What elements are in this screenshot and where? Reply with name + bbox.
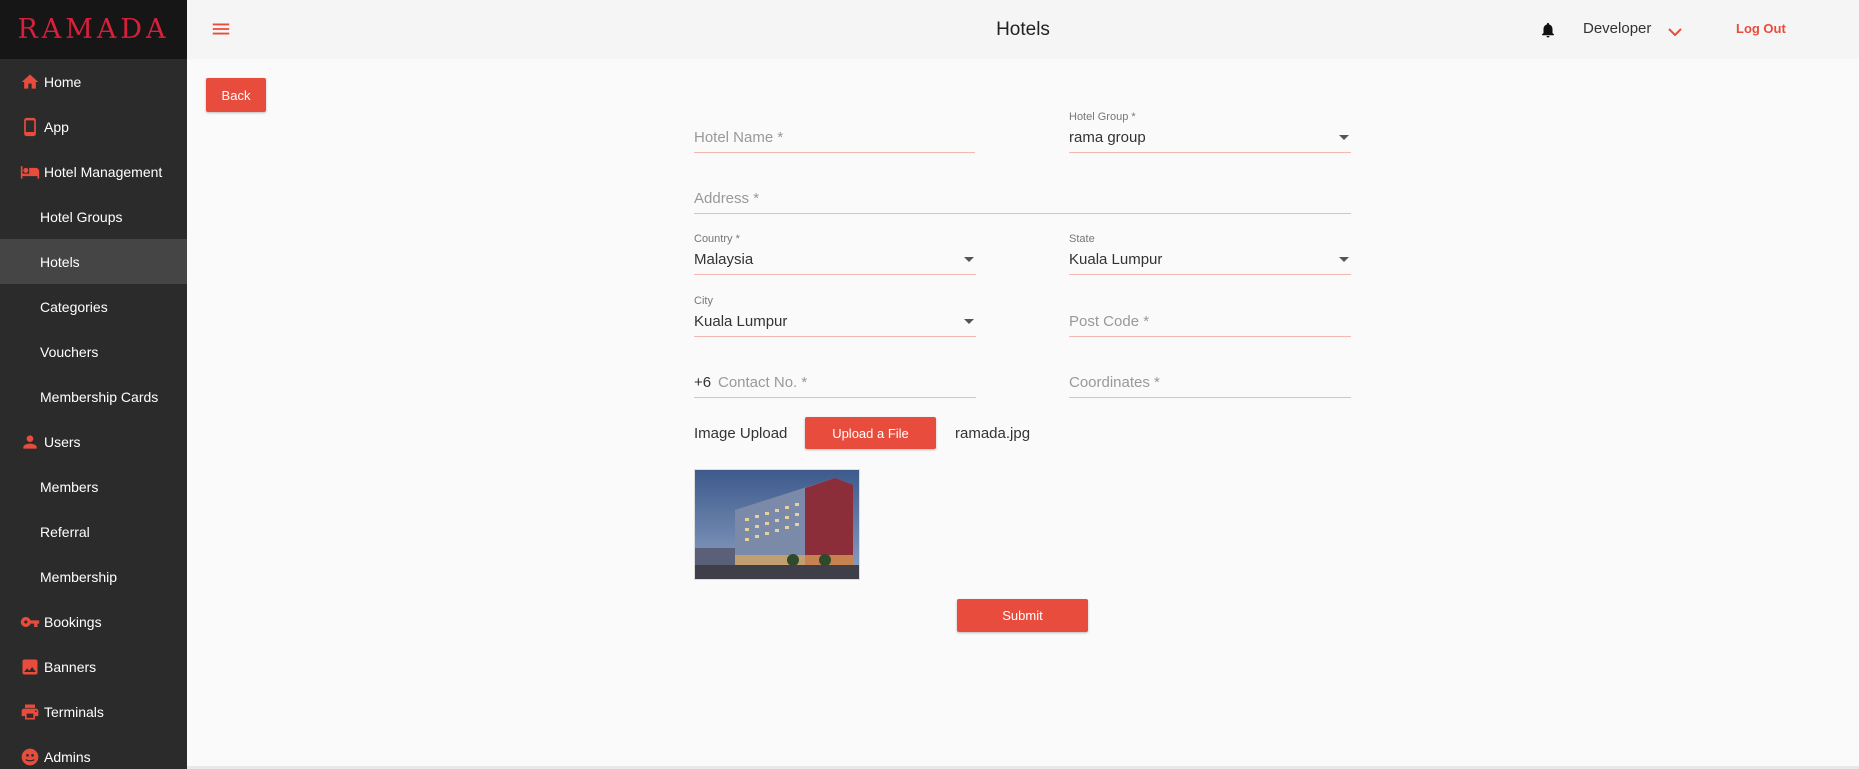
post-code-placeholder: Post Code * (1069, 313, 1150, 330)
printer-icon (19, 701, 41, 723)
admin-icon (19, 746, 41, 768)
sidebar-item-label: Categories (40, 298, 108, 315)
post-code-field[interactable]: Post Code * (1069, 299, 1351, 337)
coordinates-placeholder: Coordinates * (1069, 374, 1160, 391)
sidebar-item-members[interactable]: Members (0, 464, 187, 509)
back-button[interactable]: Back (206, 78, 266, 112)
sidebar-item-bookings[interactable]: Bookings (0, 599, 187, 644)
key-icon (19, 611, 41, 633)
sidebar-item-hotel-groups[interactable]: Hotel Groups (0, 194, 187, 239)
hotel-icon (19, 161, 41, 183)
sidebar-item-label: Hotel Groups (40, 208, 123, 225)
person-icon (19, 431, 41, 453)
dropdown-arrow-icon (964, 319, 974, 324)
image-icon (19, 656, 41, 678)
country-value: Malaysia (694, 251, 754, 268)
sidebar-item-label: App (44, 118, 69, 135)
sidebar-item-label: Vouchers (40, 343, 99, 360)
top-header: Hotels Developer Log Out (187, 0, 1859, 59)
state-label: State (1069, 233, 1095, 245)
dropdown-arrow-icon (964, 257, 974, 262)
chevron-down-icon[interactable] (1667, 25, 1683, 37)
coordinates-field[interactable]: Coordinates * (1069, 360, 1351, 398)
image-upload-label: Image Upload (694, 425, 788, 442)
sidebar-item-hotel-management[interactable]: Hotel Management (0, 149, 187, 194)
address-placeholder: Address * (694, 190, 760, 207)
sidebar-item-referral[interactable]: Referral (0, 509, 187, 554)
city-label: City (694, 295, 713, 307)
state-value: Kuala Lumpur (1069, 251, 1163, 268)
sidebar-item-membership-cards[interactable]: Membership Cards (0, 374, 187, 419)
submit-button[interactable]: Submit (957, 599, 1088, 632)
uploaded-filename: ramada.jpg (955, 425, 1031, 442)
hotel-group-select[interactable]: Hotel Group * rama group (1069, 111, 1351, 153)
contact-number-placeholder: Contact No. * (718, 374, 808, 391)
sidebar-item-membership[interactable]: Membership (0, 554, 187, 599)
sidebar-item-vouchers[interactable]: Vouchers (0, 329, 187, 374)
hotel-group-value: rama group (1069, 129, 1146, 146)
address-field[interactable]: Address * (694, 176, 1351, 214)
user-name[interactable]: Developer (1583, 20, 1651, 37)
logout-link[interactable]: Log Out (1736, 21, 1786, 36)
sidebar-item-label: Hotel Management (44, 163, 163, 180)
city-value: Kuala Lumpur (694, 313, 788, 330)
sidebar-nav: Home App Hotel Management Hotel Groups H… (0, 59, 187, 769)
dropdown-arrow-icon (1339, 257, 1349, 262)
state-select[interactable]: State Kuala Lumpur (1069, 233, 1351, 275)
phone-icon (19, 116, 41, 138)
sidebar-item-label: Admins (44, 748, 91, 765)
city-select[interactable]: City Kuala Lumpur (694, 295, 976, 337)
hotel-name-placeholder: Hotel Name * (694, 129, 784, 146)
sidebar-item-label: Terminals (44, 703, 104, 720)
sidebar-item-home[interactable]: Home (0, 59, 187, 104)
sidebar-item-label: Home (44, 73, 82, 90)
country-label: Country * (694, 233, 740, 245)
sidebar-item-label: Membership (40, 568, 118, 585)
upload-file-button[interactable]: Upload a File (805, 417, 936, 449)
contact-number-field[interactable]: +6 Contact No. * (694, 360, 976, 398)
sidebar-item-label: Referral (40, 523, 90, 540)
sidebar-item-app[interactable]: App (0, 104, 187, 149)
hotel-group-label: Hotel Group * (1069, 111, 1136, 123)
brand-logo[interactable]: RAMADA (0, 0, 187, 59)
sidebar: RAMADA Home App Hotel Management Hotel G… (0, 0, 187, 769)
hotel-image-preview (694, 469, 860, 580)
sidebar-item-label: Users (44, 433, 81, 450)
sidebar-item-label: Bookings (44, 613, 102, 630)
country-select[interactable]: Country * Malaysia (694, 233, 976, 275)
dropdown-arrow-icon (1339, 135, 1349, 140)
sidebar-item-label: Banners (44, 658, 97, 675)
sidebar-item-banners[interactable]: Banners (0, 644, 187, 689)
sidebar-item-label: Membership Cards (40, 388, 159, 405)
bell-icon[interactable] (1539, 20, 1557, 40)
hotel-name-field[interactable]: Hotel Name * (694, 115, 975, 153)
sidebar-item-terminals[interactable]: Terminals (0, 689, 187, 734)
sidebar-item-categories[interactable]: Categories (0, 284, 187, 329)
sidebar-item-hotels[interactable]: Hotels (0, 239, 187, 284)
menu-icon[interactable] (210, 18, 232, 40)
sidebar-item-label: Members (40, 478, 99, 495)
phone-prefix: +6 (694, 374, 712, 391)
sidebar-item-admins[interactable]: Admins (0, 734, 187, 769)
home-icon (19, 71, 41, 93)
sidebar-item-label: Hotels (40, 253, 80, 270)
sidebar-item-users[interactable]: Users (0, 419, 187, 464)
